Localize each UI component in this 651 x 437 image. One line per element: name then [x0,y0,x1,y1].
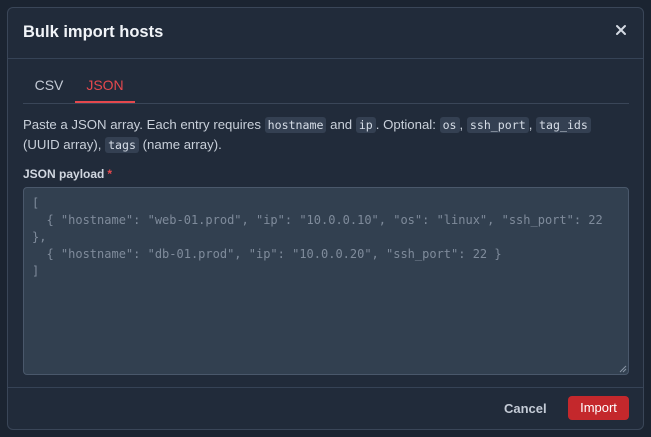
code-tags: tags [105,137,139,153]
format-tabs: CSV JSON [23,72,629,104]
tab-csv[interactable]: CSV [23,72,75,102]
cancel-button[interactable]: Cancel [498,397,553,421]
close-button[interactable] [613,22,629,38]
close-icon [616,25,626,35]
bulk-import-dialog: Bulk import hosts CSV JSON Paste a JSON … [7,7,644,430]
code-os: os [439,117,460,133]
description-text: , [528,117,537,132]
json-payload-label: JSON payload * [23,167,112,181]
required-mark: * [107,167,113,181]
json-payload-input[interactable] [23,187,629,375]
import-button[interactable]: Import [568,396,629,420]
description-text: and [326,117,356,132]
description-text: (UUID array), [23,137,106,152]
description-text: , [459,117,467,132]
format-description: Paste a JSON array. Each entry requires … [23,115,629,155]
field-label-text: JSON payload [23,167,105,181]
description-text: (name array). [138,137,222,152]
code-tag-ids: tag_ids [536,117,591,133]
resize-grip-icon[interactable] [619,365,627,373]
code-hostname: hostname [264,117,327,133]
dialog-title: Bulk import hosts [23,23,164,41]
dialog-header: Bulk import hosts [8,8,643,59]
description-text: . Optional: [375,117,440,132]
description-text: Paste a JSON array. Each entry requires [23,117,265,132]
dialog-footer: Cancel Import [8,387,643,429]
tab-json[interactable]: JSON [75,72,135,103]
code-ssh-port: ssh_port [466,117,529,133]
code-ip: ip [355,117,376,133]
